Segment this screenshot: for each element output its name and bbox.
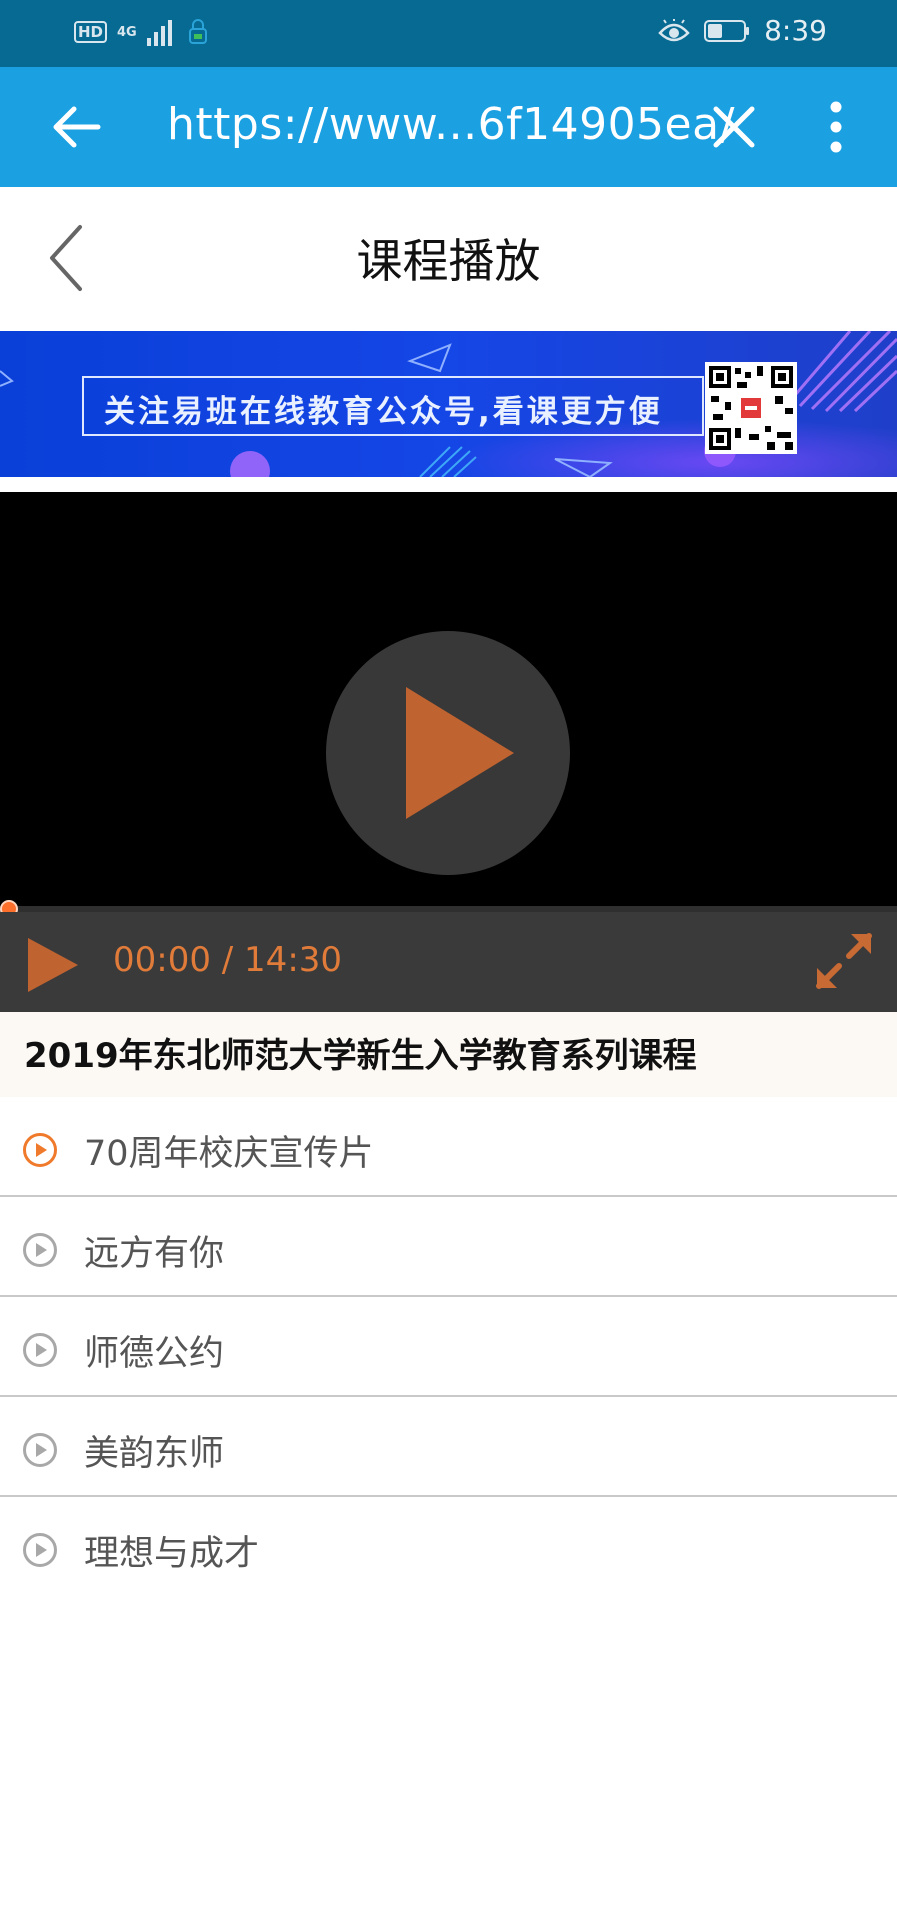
status-left: HD 4G (74, 18, 209, 46)
play-icon[interactable] (26, 936, 80, 994)
course-title: 2019年东北师范大学新生入学教育系列课程 (24, 1036, 697, 1076)
page-title: 课程播放 (356, 234, 541, 288)
lesson-label: 理想与成才 (84, 1534, 260, 1574)
lesson-item[interactable]: 70周年校庆宣传片 (0, 1097, 897, 1197)
play-circle-icon (23, 1333, 57, 1367)
close-icon[interactable] (712, 105, 756, 149)
promo-banner[interactable]: 关注易班在线教育公众号,看课更方便 (0, 331, 897, 477)
play-icon (406, 687, 514, 819)
lesson-item[interactable]: 师德公约 (0, 1297, 897, 1397)
bag-icon (188, 19, 207, 44)
browser-toolbar: https://www...6f14905ea/ (0, 67, 897, 187)
url-field[interactable]: https://www...6f14905ea/ (167, 99, 735, 150)
more-vertical-icon[interactable] (826, 101, 846, 153)
lesson-item[interactable]: 美韵东师 (0, 1397, 897, 1497)
play-circle-icon (23, 1133, 57, 1167)
lesson-item[interactable]: 理想与成才 (0, 1497, 897, 1597)
lesson-item[interactable]: 远方有你 (0, 1197, 897, 1297)
fullscreen-icon[interactable] (813, 930, 875, 992)
play-circle-icon (23, 1433, 57, 1467)
page-header: 课程播放 (0, 187, 897, 330)
course-title-bar: 2019年东北师范大学新生入学教育系列课程 (0, 1012, 897, 1097)
eye-icon (658, 18, 690, 41)
battery-icon (704, 19, 750, 42)
big-play-button[interactable] (326, 631, 570, 875)
network-label: 4G (117, 24, 137, 40)
video-player[interactable] (0, 492, 897, 910)
lesson-label: 师德公约 (84, 1334, 225, 1374)
back-arrow-icon[interactable] (50, 105, 102, 149)
qr-code-icon (705, 362, 797, 454)
banner-text: 关注易班在线教育公众号,看课更方便 (104, 394, 663, 430)
hd-badge: HD (74, 21, 108, 43)
signal-icon (146, 20, 172, 46)
status-time: 8:39 (764, 14, 827, 47)
play-circle-icon (23, 1233, 57, 1267)
lesson-label: 美韵东师 (84, 1434, 225, 1474)
play-circle-icon (23, 1533, 57, 1567)
player-controls: 00:00 / 14:30 (0, 912, 897, 1012)
lesson-list: 70周年校庆宣传片 远方有你 师德公约 美韵东师 理想与成才 (0, 1097, 897, 1597)
lesson-label: 远方有你 (84, 1234, 225, 1274)
status-right: 8:39 (658, 14, 827, 47)
lesson-label: 70周年校庆宣传片 (84, 1134, 374, 1174)
status-bar: HD 4G 8:39 (0, 0, 897, 67)
playback-time: 00:00 / 14:30 (113, 940, 343, 980)
